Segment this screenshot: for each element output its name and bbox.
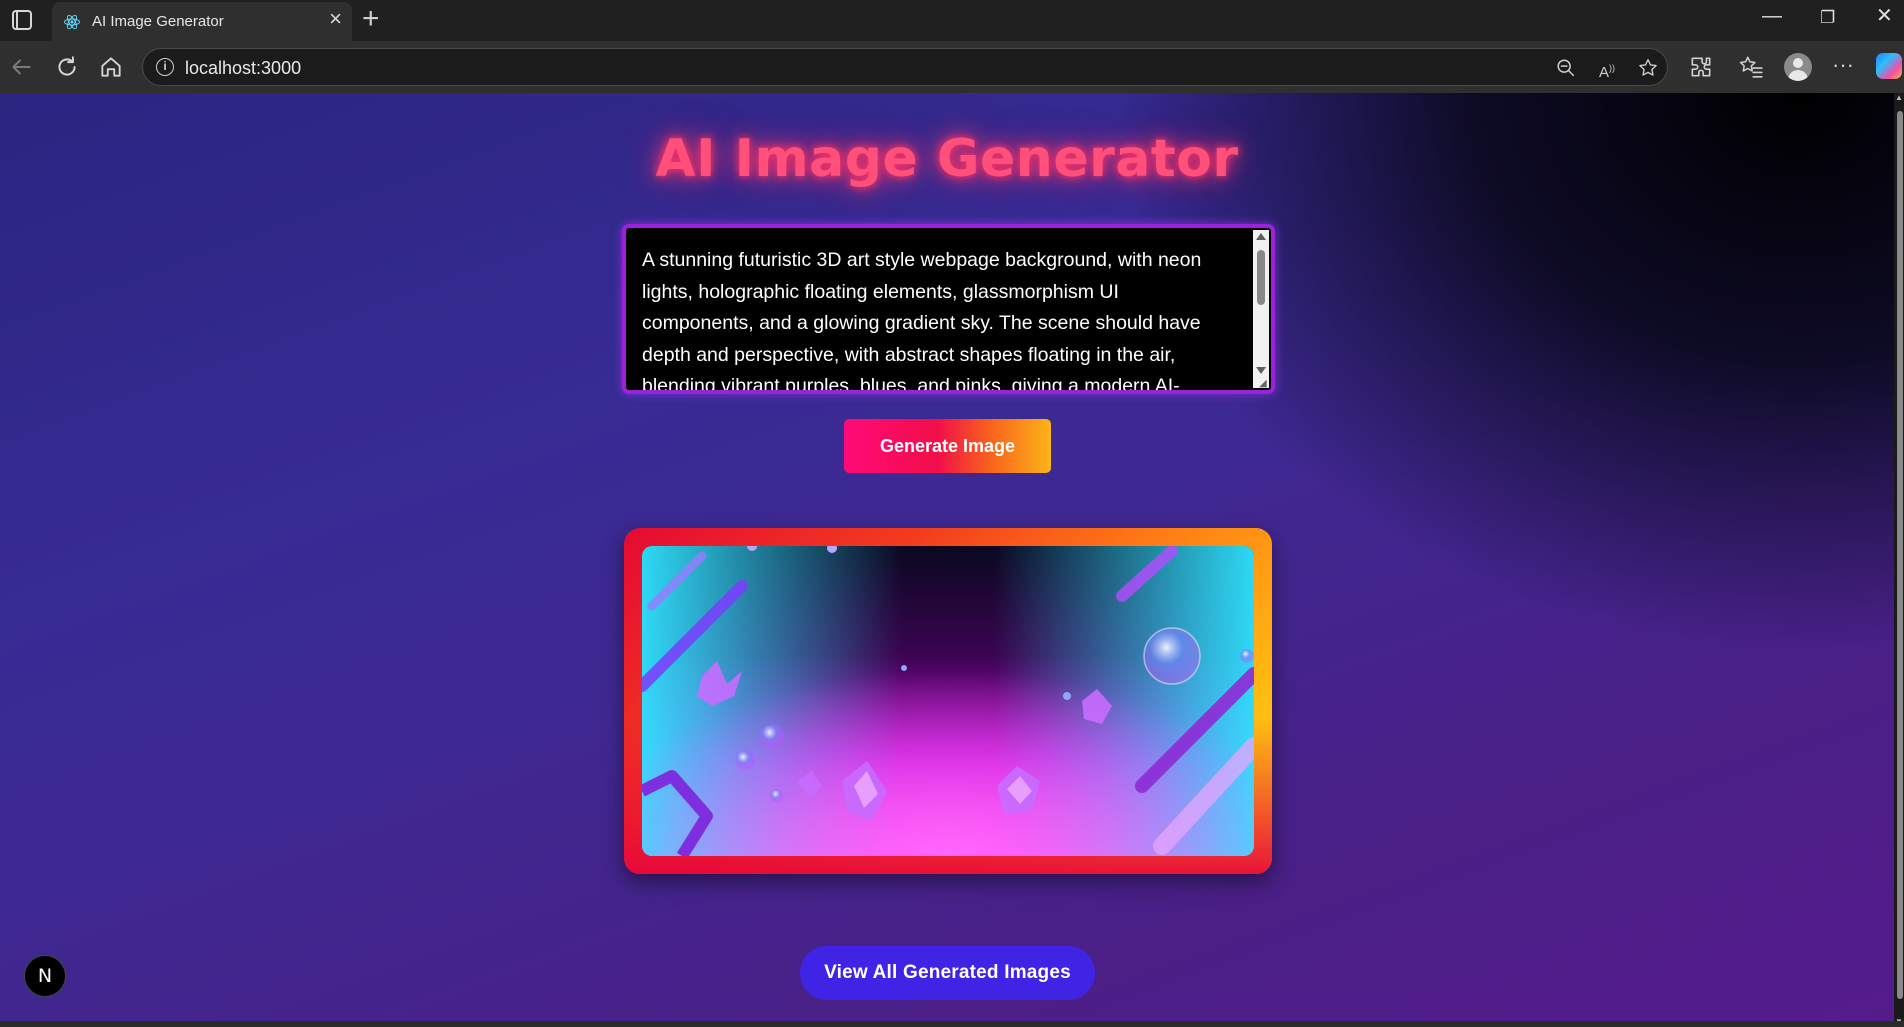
tab-bar: AI Image Generator × + — ❐ ✕: [0, 0, 1904, 41]
page-scrollbar[interactable]: ▲ ▼: [1894, 93, 1904, 1027]
home-icon[interactable]: [98, 54, 124, 80]
page-title: AI Image Generator: [655, 129, 1239, 189]
browser-tab[interactable]: AI Image Generator ×: [52, 2, 352, 41]
address-bar[interactable]: i localhost:3000 A)): [142, 48, 1668, 86]
generate-image-button[interactable]: Generate Image: [844, 419, 1051, 473]
read-aloud-icon[interactable]: A)): [1596, 57, 1618, 81]
favorites-list-icon[interactable]: [1738, 54, 1764, 80]
page-scroll-thumb[interactable]: [1897, 111, 1903, 999]
prompt-scroll-thumb[interactable]: [1257, 250, 1265, 305]
refresh-icon[interactable]: [54, 54, 80, 80]
scroll-down-icon[interactable]: [1256, 367, 1266, 374]
url-text[interactable]: localhost:3000: [185, 58, 301, 79]
back-icon[interactable]: [8, 54, 34, 80]
browser-toolbar: i localhost:3000 A)) ···: [0, 41, 1904, 93]
more-icon[interactable]: ···: [1830, 54, 1856, 80]
favorite-icon[interactable]: [1637, 57, 1659, 79]
generated-image-frame: [624, 528, 1272, 874]
tab-close-icon[interactable]: ×: [329, 8, 342, 30]
generated-image[interactable]: [642, 546, 1254, 856]
tab-actions-icon[interactable]: [12, 10, 32, 30]
zoom-out-icon[interactable]: [1555, 57, 1577, 79]
tab-title: AI Image Generator: [92, 13, 224, 30]
info-icon[interactable]: i: [156, 58, 174, 76]
react-favicon-icon: [64, 14, 80, 30]
profile-icon[interactable]: [1784, 53, 1812, 81]
prompt-scrollbar[interactable]: [1253, 230, 1269, 388]
generated-image-artwork: [642, 546, 1254, 856]
close-window-button[interactable]: ✕: [1876, 6, 1893, 26]
prompt-textarea[interactable]: A stunning futuristic 3D art style webpa…: [622, 224, 1275, 394]
minimize-button[interactable]: —: [1762, 6, 1782, 26]
resize-grip-icon[interactable]: ◢: [1259, 379, 1269, 389]
page-viewport: AI Image Generator A stunning futuristic…: [0, 93, 1904, 1027]
new-tab-button[interactable]: +: [362, 4, 380, 34]
page-scroll-up-icon[interactable]: ▲: [1894, 93, 1904, 103]
prompt-text[interactable]: A stunning futuristic 3D art style webpa…: [642, 245, 1227, 390]
scroll-up-icon[interactable]: [1256, 233, 1266, 240]
view-all-images-button[interactable]: View All Generated Images: [800, 946, 1095, 1000]
window-bottom-edge: [0, 1021, 1904, 1027]
restore-button[interactable]: ❐: [1820, 8, 1835, 28]
extensions-icon[interactable]: [1688, 54, 1714, 80]
nextjs-dev-badge[interactable]: N: [24, 955, 66, 997]
copilot-icon[interactable]: [1876, 53, 1902, 79]
